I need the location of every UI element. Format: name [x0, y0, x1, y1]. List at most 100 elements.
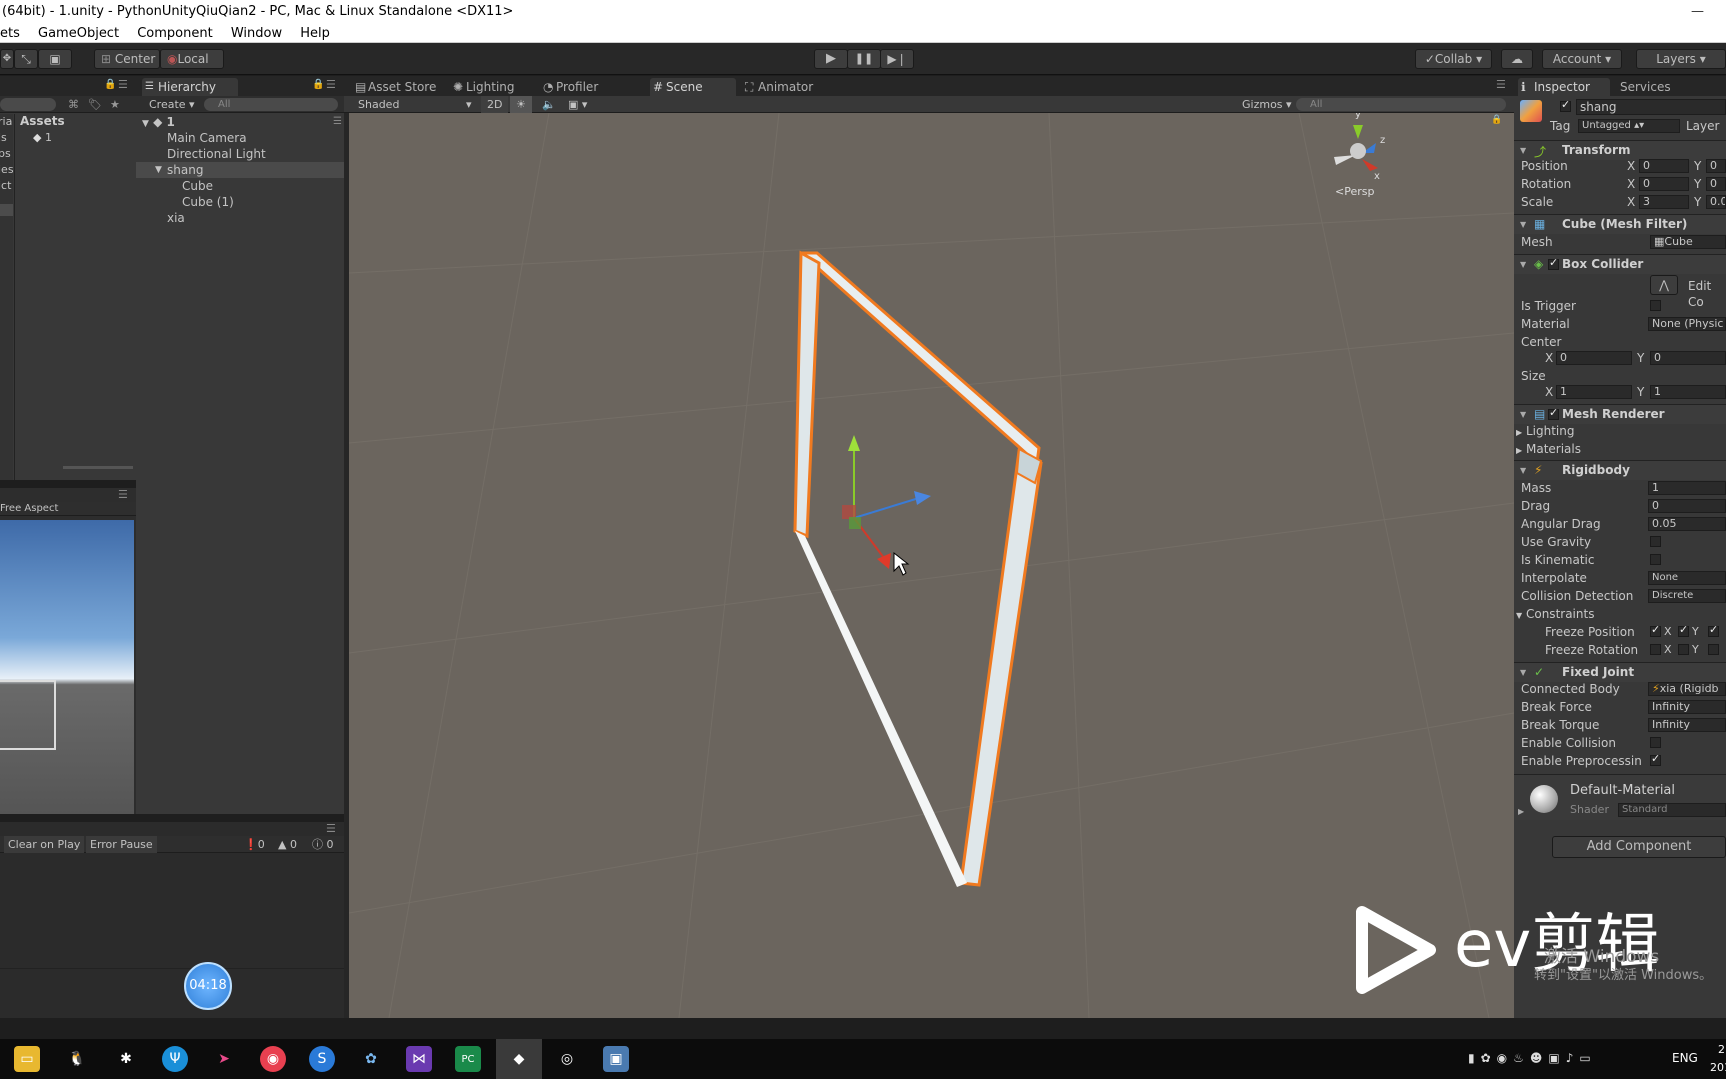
size-x-field[interactable]: 1 [1556, 385, 1632, 399]
remote-desktop-icon[interactable]: ▣ [603, 1046, 629, 1072]
scale-x-field[interactable]: 3 [1639, 195, 1689, 209]
pivot-center-button[interactable]: ⊞ Center [94, 49, 160, 69]
rotation-x-field[interactable]: 0 [1639, 177, 1689, 191]
bug-app-icon[interactable]: ✱ [113, 1046, 139, 1072]
asset-item[interactable]: ◆ 1 [33, 131, 52, 144]
panel-menu-icon[interactable]: ☰ [1496, 78, 1506, 91]
interpolate-dropdown[interactable]: None [1648, 571, 1726, 585]
angular-drag-field[interactable]: 0.05 [1648, 517, 1726, 531]
filter-type-icon[interactable]: ⌘ [68, 96, 79, 113]
connected-body-field[interactable]: ⚡xia (Rigidb [1648, 682, 1726, 696]
is-kinematic-checkbox[interactable] [1650, 554, 1661, 565]
minimize-icon[interactable]: — [1691, 0, 1704, 24]
unity-taskbar-icon[interactable]: ◆ [496, 1039, 542, 1079]
tab-hierarchy[interactable]: ☰ Hierarchy [142, 78, 238, 96]
tab-services[interactable]: Services [1620, 78, 1700, 96]
position-x-field[interactable]: 0 [1639, 159, 1689, 173]
obs-icon[interactable]: ◎ [554, 1046, 580, 1072]
folder-item[interactable]: ls [0, 130, 7, 146]
mass-field[interactable]: 1 [1648, 481, 1726, 495]
warning-count-toggle[interactable]: ▲ 0 [278, 836, 297, 853]
panel-menu-icon[interactable]: ☰ [118, 78, 128, 91]
error-pause-button[interactable]: Error Pause [86, 836, 157, 853]
visual-studio-icon[interactable]: ⋈ [406, 1046, 432, 1072]
use-gravity-checkbox[interactable] [1650, 536, 1661, 547]
tab-animator[interactable]: ⛶ Animator [742, 78, 832, 96]
scale-tool-icon[interactable]: ⤡ [14, 49, 38, 69]
scene-viewport[interactable]: y z x <Persp 🔒 [349, 113, 1514, 1018]
active-checkbox[interactable] [1560, 98, 1571, 112]
tab-profiler[interactable]: ◔ Profiler [540, 78, 620, 96]
scene-menu-icon[interactable]: ☰ [333, 114, 342, 130]
collab-button[interactable]: ✓Collab ▾ [1415, 49, 1492, 69]
favorite-icon[interactable]: ★ [110, 96, 120, 113]
clock-time[interactable]: 2 [1718, 1043, 1725, 1056]
center-y-field[interactable]: 0 [1650, 351, 1726, 365]
tab-scene[interactable]: # Scene [650, 78, 736, 96]
materials-foldout[interactable]: ▶ Materials [1516, 441, 1581, 457]
break-force-field[interactable]: Infinity [1648, 700, 1726, 714]
add-component-button[interactable]: Add Component [1552, 836, 1726, 858]
freeze-rotation-y-checkbox[interactable] [1678, 644, 1689, 655]
center-x-field[interactable]: 0 [1556, 351, 1632, 365]
rect-tool-icon[interactable]: ✥ [0, 49, 14, 69]
tab-inspector[interactable]: ℹ Inspector [1518, 78, 1610, 96]
is-trigger-checkbox[interactable] [1650, 300, 1661, 311]
constraints-foldout[interactable]: ▼ Constraints [1516, 606, 1594, 622]
qq-icon[interactable]: 🐧 [64, 1046, 90, 1072]
folder-item[interactable]: ict [0, 178, 11, 194]
enable-preprocessing-checkbox[interactable] [1650, 752, 1661, 766]
tag-dropdown[interactable]: Untagged ▴▾ [1578, 119, 1680, 133]
menu-window[interactable]: Window [231, 26, 282, 41]
message-count-toggle[interactable]: ⓘ 0 [312, 836, 334, 853]
clock-date[interactable]: 201 [1710, 1061, 1726, 1074]
hierarchy-item-cube[interactable]: Cube [182, 178, 213, 194]
folder-item[interactable]: ria [0, 114, 12, 130]
create-dropdown[interactable]: Create ▾ [149, 96, 195, 113]
expand-arrow-icon[interactable]: ▶ [1518, 807, 1524, 816]
hierarchy-item-main-camera[interactable]: Main Camera [167, 130, 247, 146]
aspect-dropdown[interactable]: Free Aspect [0, 503, 58, 514]
mesh-filter-header[interactable]: ▼ ▦ Cube (Mesh Filter) [1514, 214, 1726, 234]
panel-menu-icon[interactable]: ☰ [326, 822, 336, 835]
step-button[interactable]: ▶❘ [880, 49, 914, 69]
enable-collision-checkbox[interactable] [1650, 737, 1661, 748]
break-torque-field[interactable]: Infinity [1648, 718, 1726, 732]
cloud-button[interactable]: ☁ [1501, 49, 1533, 69]
lock-icon[interactable]: 🔒 [312, 79, 324, 90]
mesh-renderer-header[interactable]: ▼ ▤ Mesh Renderer [1514, 404, 1726, 424]
tray-icons[interactable]: ▮✿◉♨☻▣♪▭ [1468, 1051, 1597, 1065]
2d-mode-button[interactable]: 2D [481, 96, 509, 113]
edit-collider-button[interactable]: ⋀ [1650, 275, 1678, 295]
menu-gameobject[interactable]: GameObject [38, 26, 119, 41]
account-button[interactable]: Account ▾ [1542, 49, 1622, 69]
scene-root[interactable]: ▼ ◆ 1 ☰ [142, 114, 342, 130]
freeze-rotation-z-checkbox[interactable] [1708, 644, 1719, 655]
audio-toggle-icon[interactable]: 🔈 [542, 96, 556, 113]
hierarchy-item-cube-1[interactable]: Cube (1) [182, 194, 234, 210]
freeze-position-y-checkbox[interactable] [1678, 623, 1689, 637]
play-button[interactable]: ▶ [814, 49, 848, 69]
object-name-field[interactable]: shang [1576, 99, 1726, 115]
input-language[interactable]: ENG [1672, 1051, 1698, 1065]
transform-header[interactable]: ▼ ⤴ Transform [1514, 140, 1726, 160]
hierarchy-search-input[interactable]: All [204, 98, 338, 111]
pycharm-icon[interactable]: PC [455, 1046, 481, 1072]
pivot-local-button[interactable]: ◉Local [160, 49, 224, 69]
lighting-foldout[interactable]: ▶ Lighting [1516, 423, 1575, 439]
sogou-icon[interactable]: S [309, 1046, 335, 1072]
scene-lighting-toggle[interactable]: ☀ [510, 96, 532, 113]
gizmos-dropdown[interactable]: Gizmos ▾ [1242, 96, 1292, 113]
menu-assets[interactable]: ets [0, 26, 20, 41]
shader-dropdown[interactable]: Standard [1618, 803, 1726, 817]
hierarchy-item-shang[interactable]: ▼ shang [136, 162, 344, 178]
folder-item[interactable]: ies [0, 162, 14, 178]
menu-help[interactable]: Help [300, 26, 330, 41]
size-y-field[interactable]: 1 [1650, 385, 1726, 399]
freeze-position-z-checkbox[interactable] [1708, 623, 1719, 637]
camera-app-icon[interactable]: ◉ [260, 1046, 286, 1072]
label-filter-icon[interactable]: 🏷 [88, 96, 102, 113]
drag-field[interactable]: 0 [1648, 499, 1726, 513]
project-search-input[interactable] [0, 98, 56, 111]
flower-app-icon[interactable]: ✿ [358, 1046, 384, 1072]
